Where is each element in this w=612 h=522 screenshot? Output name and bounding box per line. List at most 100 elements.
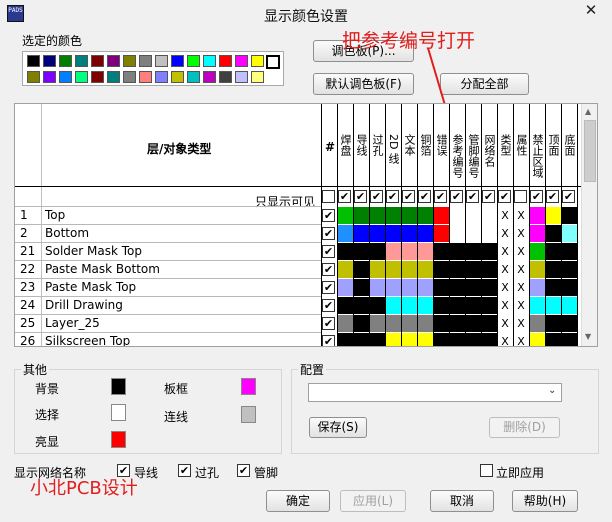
visible-checkbox[interactable]	[514, 190, 527, 203]
via-checkbox[interactable]: ✔	[178, 464, 191, 477]
color-cell[interactable]	[354, 243, 369, 260]
color-cell[interactable]	[354, 297, 369, 314]
layer-name[interactable]: Drill Drawing	[45, 298, 123, 312]
color-cell[interactable]	[562, 207, 577, 224]
color-cell[interactable]	[530, 297, 545, 314]
color-cell[interactable]	[562, 279, 577, 296]
palette-swatch[interactable]	[107, 55, 120, 67]
palette-swatch[interactable]	[171, 71, 184, 83]
palette-swatch[interactable]	[155, 71, 168, 83]
palette-swatch[interactable]	[43, 55, 56, 67]
palette-swatch[interactable]	[27, 71, 40, 83]
color-cell[interactable]	[370, 297, 385, 314]
color-cell[interactable]	[434, 333, 449, 346]
layer-name[interactable]: Paste Mask Bottom	[45, 262, 160, 276]
layer-color-table[interactable]: 层/对象类型 # 只显示可见 ▲ ▼ 焊盘 导线 过孔 2D 线文本 铜箔 错误 参考编号管…	[14, 103, 598, 347]
palette-swatch[interactable]	[251, 55, 264, 67]
visible-checkbox[interactable]: ✔	[450, 190, 463, 203]
palette-swatch[interactable]	[203, 55, 216, 67]
color-cell[interactable]	[546, 333, 561, 346]
default-palette-button[interactable]: 默认调色板(F)	[313, 73, 414, 95]
background-swatch[interactable]	[111, 378, 126, 395]
palette-swatch[interactable]	[75, 55, 88, 67]
select-swatch[interactable]	[111, 404, 126, 421]
color-cell[interactable]	[530, 225, 545, 242]
color-cell[interactable]	[450, 315, 465, 332]
color-cell[interactable]	[466, 261, 481, 278]
palette-swatch[interactable]	[59, 55, 72, 67]
color-cell[interactable]	[418, 279, 433, 296]
visible-checkbox[interactable]: ✔	[354, 190, 367, 203]
color-cell[interactable]	[450, 279, 465, 296]
color-cell[interactable]	[450, 297, 465, 314]
color-cell[interactable]	[562, 225, 577, 242]
color-cell[interactable]	[402, 279, 417, 296]
palette-swatch[interactable]	[27, 55, 40, 67]
color-cell[interactable]	[370, 279, 385, 296]
color-cell[interactable]	[546, 279, 561, 296]
palette-swatch[interactable]	[155, 55, 168, 67]
color-cell[interactable]	[370, 261, 385, 278]
layer-visible-checkbox[interactable]: ✔	[322, 245, 335, 258]
color-cell[interactable]	[386, 261, 401, 278]
layer-name[interactable]: Layer_25	[45, 316, 100, 330]
color-cell[interactable]	[466, 243, 481, 260]
palette-swatch[interactable]	[91, 71, 104, 83]
color-cell[interactable]	[450, 261, 465, 278]
palette-swatch[interactable]	[187, 71, 200, 83]
color-cell[interactable]	[402, 225, 417, 242]
color-cell[interactable]	[370, 225, 385, 242]
visible-checkbox[interactable]: ✔	[546, 190, 559, 203]
color-cell[interactable]	[386, 315, 401, 332]
scroll-down-icon[interactable]: ▼	[585, 332, 591, 341]
color-cell[interactable]	[482, 243, 497, 260]
visible-checkbox[interactable]: ✔	[402, 190, 415, 203]
layer-visible-checkbox[interactable]: ✔	[322, 209, 335, 222]
color-cell[interactable]	[386, 225, 401, 242]
palette-swatch[interactable]	[139, 55, 152, 67]
palette-swatch[interactable]	[123, 55, 136, 67]
color-cell[interactable]	[338, 225, 353, 242]
palette-swatch[interactable]	[59, 71, 72, 83]
color-cell[interactable]	[546, 207, 561, 224]
chevron-down-icon[interactable]: ⌄	[548, 385, 556, 396]
scroll-up-icon[interactable]: ▲	[585, 107, 591, 116]
color-cell[interactable]	[402, 315, 417, 332]
color-cell[interactable]	[386, 333, 401, 346]
layer-visible-checkbox[interactable]: ✔	[322, 227, 335, 240]
color-cell[interactable]	[354, 333, 369, 346]
color-cell[interactable]	[354, 315, 369, 332]
selected-color-swatch[interactable]	[266, 55, 280, 69]
color-cell[interactable]	[450, 225, 465, 242]
color-cell[interactable]	[402, 333, 417, 346]
color-cell[interactable]	[402, 297, 417, 314]
color-cell[interactable]	[386, 297, 401, 314]
visible-checkbox[interactable]: ✔	[370, 190, 383, 203]
visible-checkbox[interactable]: ✔	[338, 190, 351, 203]
color-cell[interactable]	[338, 333, 353, 346]
ok-button[interactable]: 确定	[266, 490, 330, 512]
visible-checkbox[interactable]: ✔	[498, 190, 511, 203]
color-cell[interactable]	[402, 243, 417, 260]
color-cell[interactable]	[434, 297, 449, 314]
highlight-swatch[interactable]	[111, 431, 126, 448]
palette-swatch[interactable]	[123, 71, 136, 83]
color-palette[interactable]	[22, 51, 284, 86]
color-cell[interactable]	[482, 279, 497, 296]
color-cell[interactable]	[418, 297, 433, 314]
color-cell[interactable]	[562, 261, 577, 278]
color-cell[interactable]	[402, 207, 417, 224]
color-cell[interactable]	[482, 225, 497, 242]
apply-now-checkbox[interactable]	[480, 464, 493, 477]
color-cell[interactable]	[530, 279, 545, 296]
palette-swatch[interactable]	[91, 55, 104, 67]
palette-swatch[interactable]	[251, 71, 264, 83]
color-cell[interactable]	[482, 297, 497, 314]
color-cell[interactable]	[466, 333, 481, 346]
palette-swatch[interactable]	[107, 71, 120, 83]
color-cell[interactable]	[546, 297, 561, 314]
color-cell[interactable]	[434, 207, 449, 224]
palette-swatch[interactable]	[219, 71, 232, 83]
layer-name[interactable]: Solder Mask Top	[45, 244, 142, 258]
config-select[interactable]: ⌄	[308, 383, 562, 402]
